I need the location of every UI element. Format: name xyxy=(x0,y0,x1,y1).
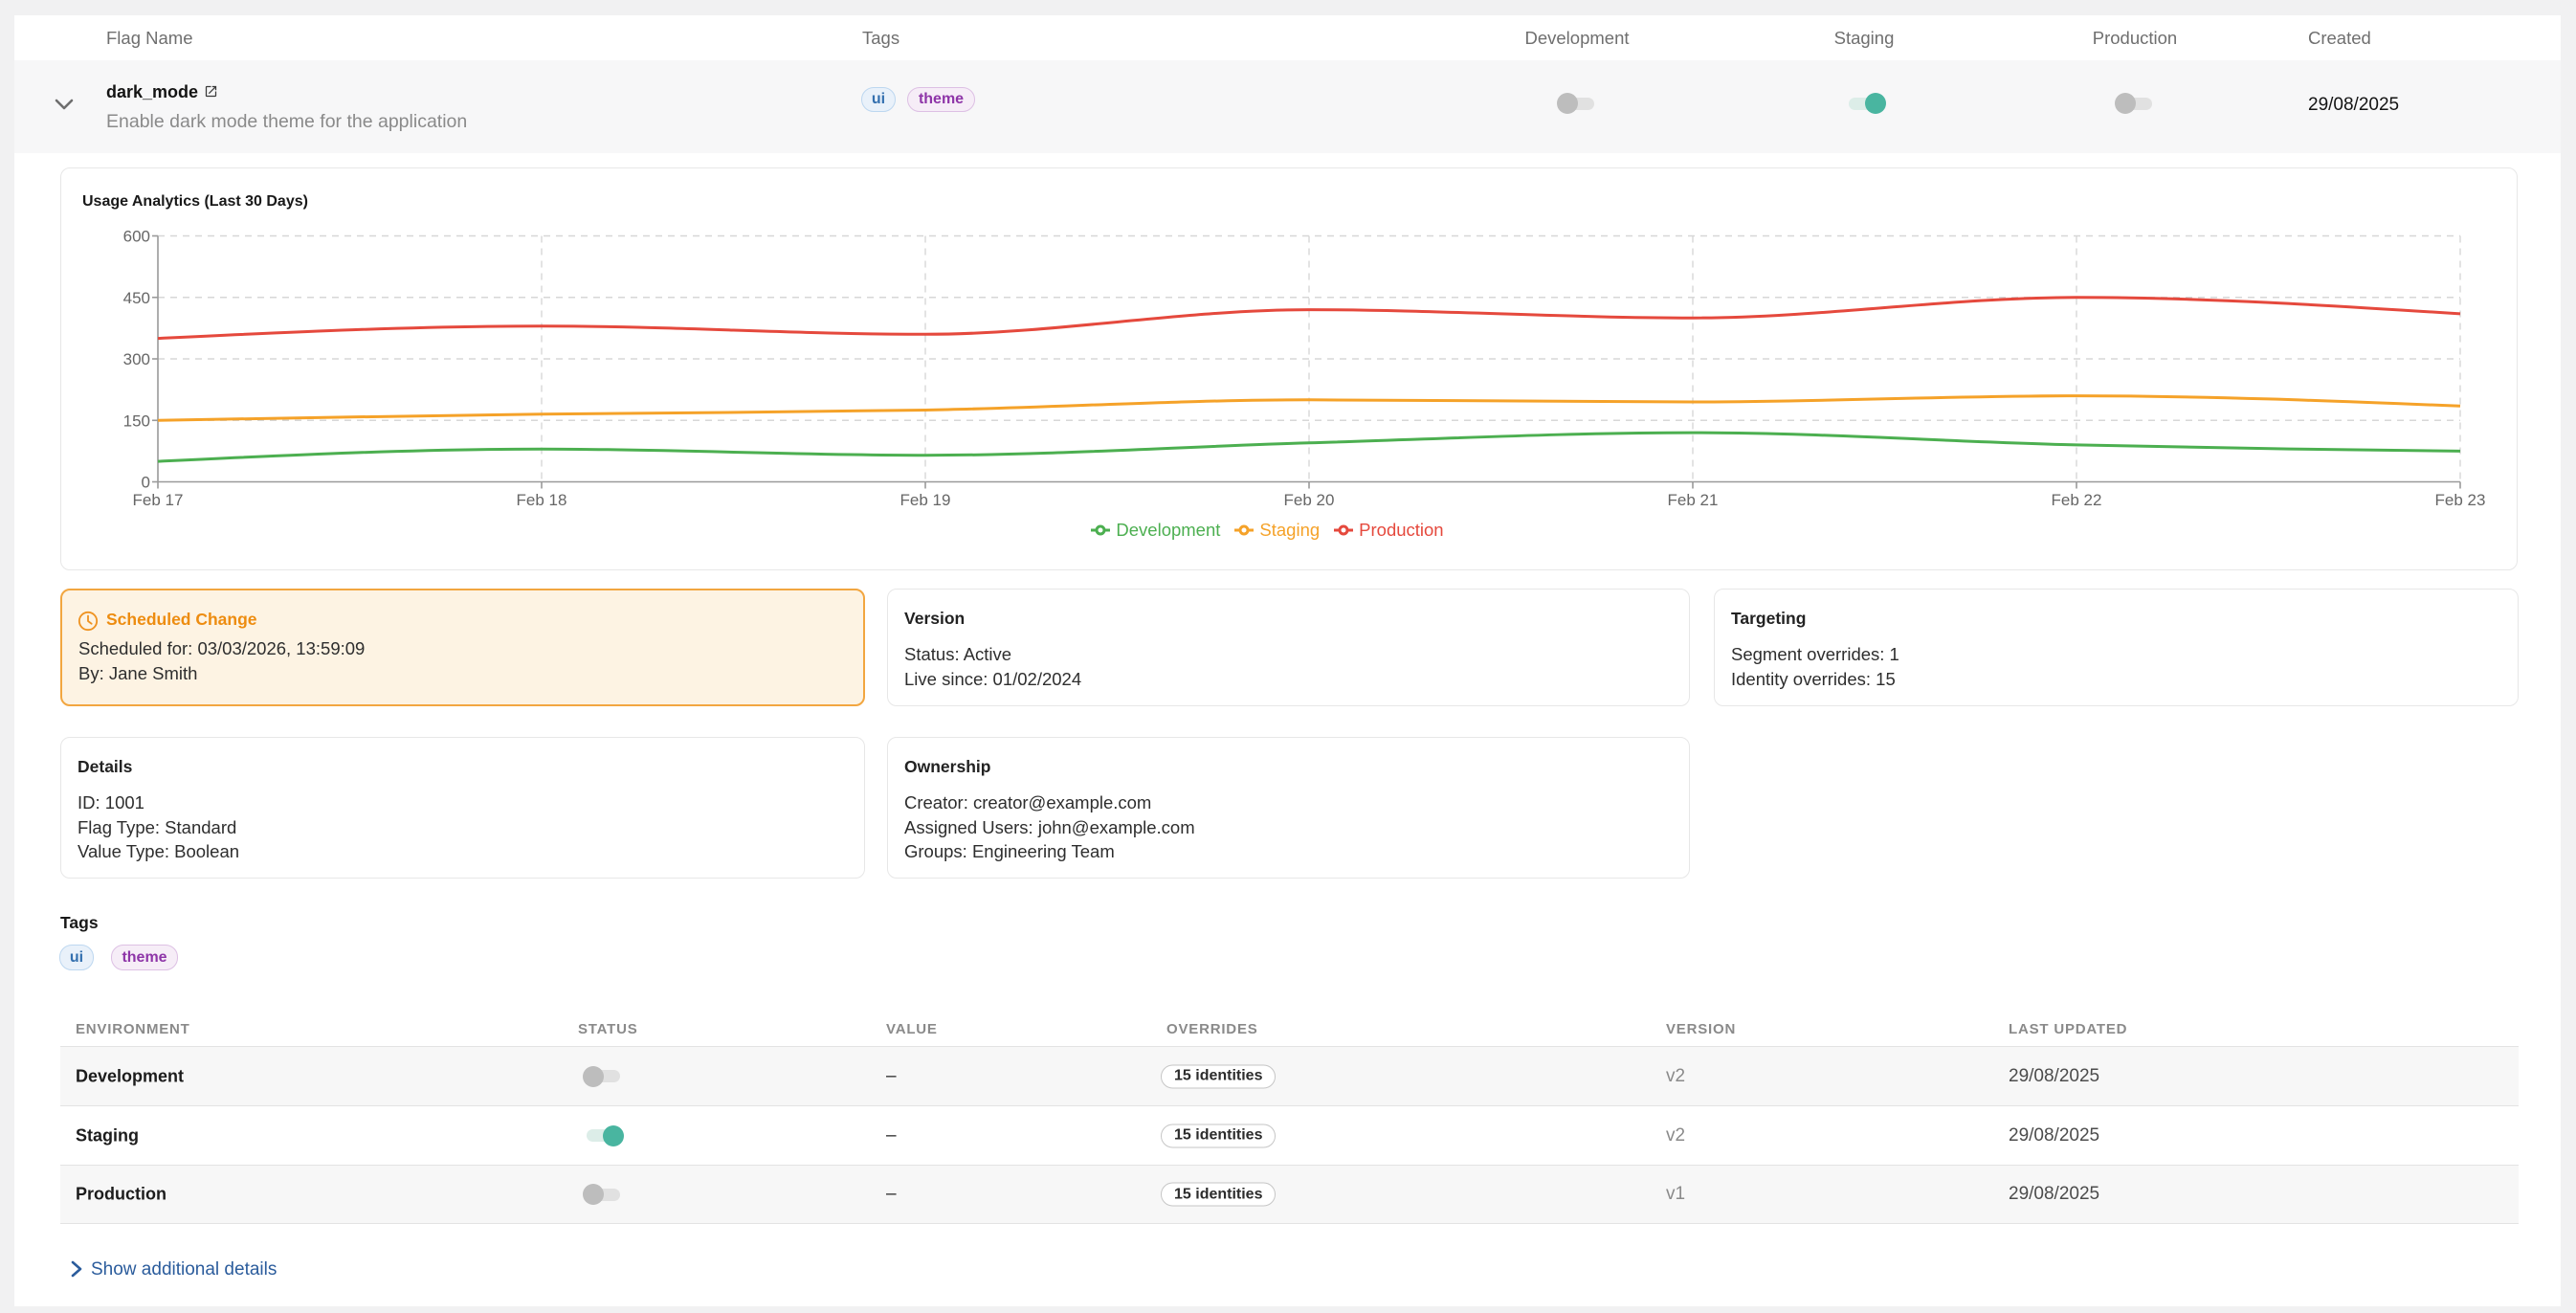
svg-text:0: 0 xyxy=(142,474,150,492)
svg-text:600: 600 xyxy=(123,228,150,246)
svg-text:Feb 17: Feb 17 xyxy=(133,491,184,509)
svg-text:Feb 18: Feb 18 xyxy=(517,491,567,509)
svg-text:Feb 22: Feb 22 xyxy=(2052,491,2102,509)
svg-text:450: 450 xyxy=(123,289,150,307)
svg-text:Feb 19: Feb 19 xyxy=(900,491,951,509)
svg-text:Feb 20: Feb 20 xyxy=(1284,491,1335,509)
svg-text:150: 150 xyxy=(123,412,150,430)
svg-text:300: 300 xyxy=(123,350,150,368)
svg-text:Feb 21: Feb 21 xyxy=(1668,491,1719,509)
svg-text:Feb 23: Feb 23 xyxy=(2435,491,2486,509)
